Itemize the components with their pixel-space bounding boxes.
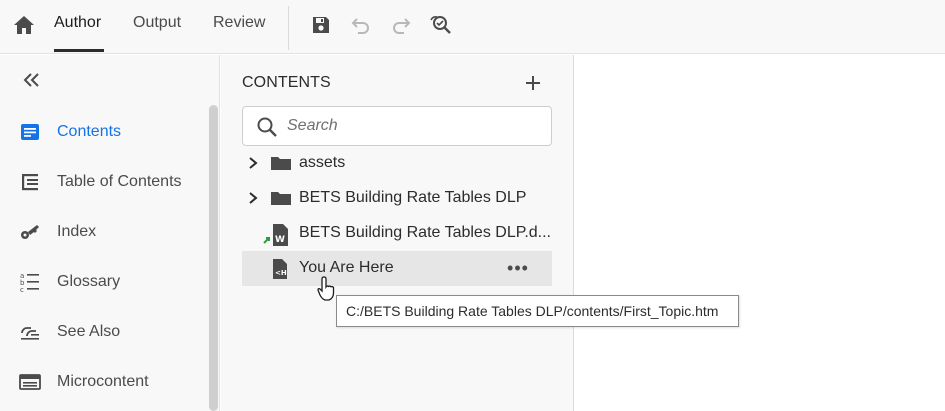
search-replace-icon[interactable] xyxy=(428,12,454,38)
folder-icon xyxy=(270,188,292,210)
html-topic-icon: <H xyxy=(270,258,292,280)
key-icon xyxy=(18,221,42,243)
tree-item-bets-folder[interactable]: BETS Building Rate Tables DLP xyxy=(242,181,552,216)
path-tooltip: C:/BETS Building Rate Tables DLP/content… xyxy=(336,295,739,327)
chevron-right-icon[interactable] xyxy=(246,191,260,205)
folder-icon xyxy=(270,153,292,175)
tab-review[interactable]: Review xyxy=(213,14,265,32)
tree-item-label: You Are Here xyxy=(299,259,394,276)
tree-item-word-doc-link[interactable]: W BETS Building Rate Tables DLP.d... xyxy=(242,216,552,251)
add-button[interactable] xyxy=(520,70,546,96)
tab-author[interactable]: Author xyxy=(54,14,101,32)
sidebar-divider xyxy=(219,55,220,411)
tree-item-label: BETS Building Rate Tables DLP xyxy=(299,189,527,206)
tree-item-assets[interactable]: assets xyxy=(242,146,552,181)
left-sidebar: Contents Table of Contents Index abc Glo… xyxy=(0,55,220,411)
svg-text:c: c xyxy=(20,286,24,293)
chevron-right-icon[interactable] xyxy=(246,156,260,170)
tree-item-label: BETS Building Rate Tables DLP.d... xyxy=(299,224,551,241)
redo-icon[interactable] xyxy=(388,12,414,38)
undo-icon[interactable] xyxy=(348,12,374,38)
app-window: Author Output Review Contents Table of C… xyxy=(0,0,945,411)
sidebar-item-table-of-contents[interactable]: Table of Contents xyxy=(0,162,205,202)
active-tab-indicator xyxy=(54,49,104,52)
tree-item-label: assets xyxy=(299,154,346,171)
sidebar-item-label: Glossary xyxy=(57,273,121,290)
toc-icon xyxy=(18,171,42,193)
panel-divider xyxy=(573,55,574,411)
home-icon[interactable] xyxy=(10,12,38,38)
contents-icon xyxy=(18,121,42,143)
contents-panel: CONTENTS assets BETS xyxy=(221,55,573,411)
sidebar-item-glossary[interactable]: abc Glossary xyxy=(0,262,205,302)
sidebar-scrollbar[interactable] xyxy=(209,105,218,411)
sidebar-item-index[interactable]: Index xyxy=(0,212,205,252)
sidebar-item-label: Index xyxy=(57,223,97,240)
tab-output[interactable]: Output xyxy=(133,14,181,32)
sidebar-item-see-also[interactable]: See Also xyxy=(0,312,205,352)
hand-cursor-icon xyxy=(316,276,338,302)
svg-text:W: W xyxy=(275,235,285,245)
search-icon xyxy=(256,116,278,138)
sidebar-item-label: See Also xyxy=(57,323,121,340)
more-options-icon[interactable]: ••• xyxy=(506,257,530,279)
collapse-sidebar-icon[interactable] xyxy=(18,67,46,93)
sidebar-item-label: Microcontent xyxy=(57,373,149,390)
save-icon[interactable] xyxy=(308,12,334,38)
panel-title: CONTENTS xyxy=(242,74,331,91)
word-document-link-icon: W xyxy=(262,223,294,246)
search-input[interactable] xyxy=(287,115,542,137)
sidebar-item-label: Table of Contents xyxy=(57,173,182,190)
sidebar-item-microcontent[interactable]: Microcontent xyxy=(0,362,205,402)
svg-text:<H: <H xyxy=(275,269,287,277)
sidebar-item-label: Contents xyxy=(57,123,122,140)
see-also-icon xyxy=(18,321,42,343)
microcontent-icon xyxy=(18,371,42,393)
glossary-icon: abc xyxy=(18,271,42,293)
search-box[interactable] xyxy=(242,106,552,146)
tree-item-you-are-here[interactable]: <H You Are Here ••• xyxy=(242,251,552,286)
top-toolbar: Author Output Review xyxy=(0,0,945,54)
sidebar-item-contents[interactable]: Contents xyxy=(0,112,205,152)
toolbar-divider xyxy=(288,6,289,50)
